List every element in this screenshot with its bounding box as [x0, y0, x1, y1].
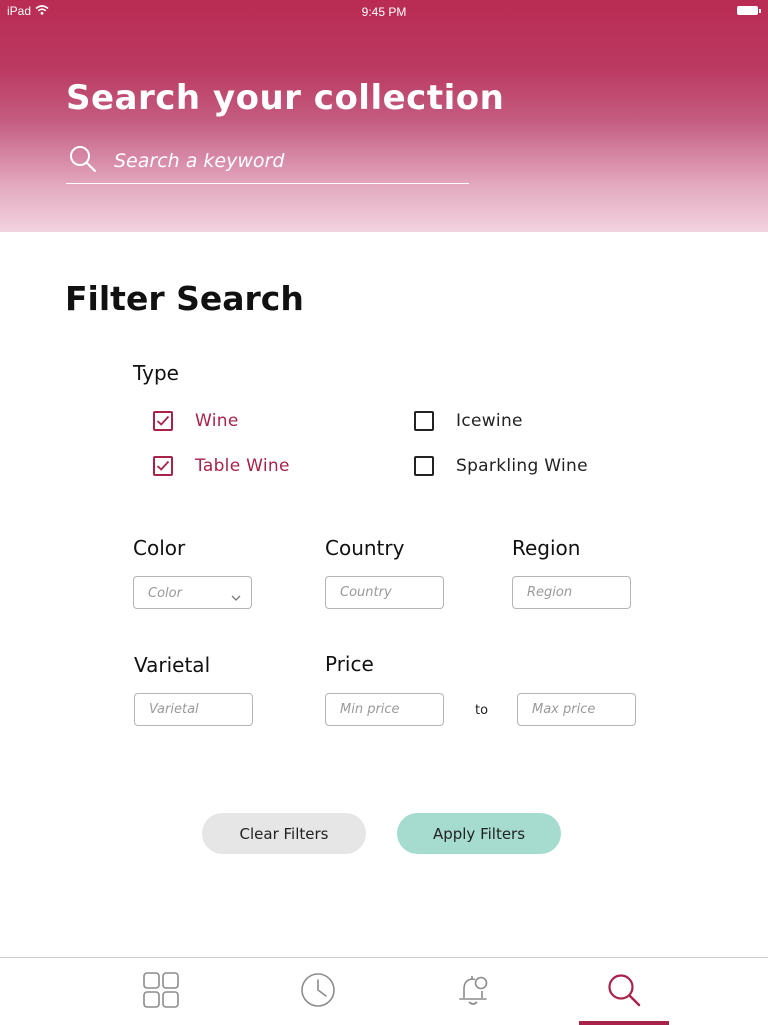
header-banner: iPad 9:45 PM Search your collection [0, 0, 768, 232]
type-option-label: Wine [195, 411, 239, 431]
checkbox-checked-icon[interactable] [153, 411, 173, 431]
color-label: Color [133, 536, 186, 560]
min-price-field[interactable] [325, 693, 444, 726]
tab-notifications[interactable] [428, 958, 518, 1025]
tab-collection[interactable] [116, 958, 206, 1025]
price-label: Price [325, 652, 374, 676]
tab-history[interactable] [273, 958, 363, 1025]
search-icon [606, 958, 642, 1025]
region-field[interactable] [512, 576, 631, 609]
country-field[interactable] [325, 576, 444, 609]
varietal-field[interactable] [134, 693, 253, 726]
type-option-wine[interactable]: Wine [153, 411, 239, 431]
checkbox-unchecked-icon[interactable] [414, 411, 434, 431]
status-bar: iPad 9:45 PM [0, 0, 768, 22]
type-option-label: Icewine [456, 411, 523, 431]
keyword-search-input[interactable] [114, 146, 454, 176]
bell-icon [455, 958, 491, 1025]
status-time: 9:45 PM [361, 5, 407, 19]
type-option-label: Table Wine [195, 456, 290, 476]
chevron-down-icon [231, 587, 241, 606]
filter-search-title: Filter Search [65, 279, 304, 318]
color-select[interactable]: Color [133, 576, 252, 609]
active-tab-indicator [579, 1021, 669, 1025]
keyword-search-bar [66, 140, 469, 184]
clock-icon [300, 958, 336, 1025]
max-price-input[interactable] [532, 702, 622, 717]
apply-filters-button[interactable]: Apply Filters [397, 813, 561, 854]
page-title: Search your collection [66, 78, 505, 118]
grid-icon [143, 958, 179, 1025]
checkbox-checked-icon[interactable] [153, 456, 173, 476]
region-label: Region [512, 536, 581, 560]
clear-filters-button[interactable]: Clear Filters [202, 813, 366, 854]
type-option-sparkling-wine[interactable]: Sparkling Wine [414, 456, 588, 476]
type-option-label: Sparkling Wine [456, 456, 588, 476]
varietal-input[interactable] [149, 702, 239, 717]
type-option-icewine[interactable]: Icewine [414, 411, 523, 431]
battery-icon [737, 6, 761, 15]
tab-search[interactable] [579, 958, 669, 1025]
type-label: Type [133, 361, 179, 385]
price-range-separator: to [475, 703, 489, 718]
search-icon [68, 144, 98, 178]
color-select-value: Color [148, 586, 182, 601]
checkbox-unchecked-icon[interactable] [414, 456, 434, 476]
min-price-input[interactable] [340, 702, 430, 717]
region-input[interactable] [527, 585, 617, 600]
bottom-tab-bar [0, 957, 768, 1025]
varietal-label: Varietal [134, 653, 211, 677]
max-price-field[interactable] [517, 693, 636, 726]
country-label: Country [325, 536, 405, 560]
country-input[interactable] [340, 585, 430, 600]
type-option-table-wine[interactable]: Table Wine [153, 456, 290, 476]
